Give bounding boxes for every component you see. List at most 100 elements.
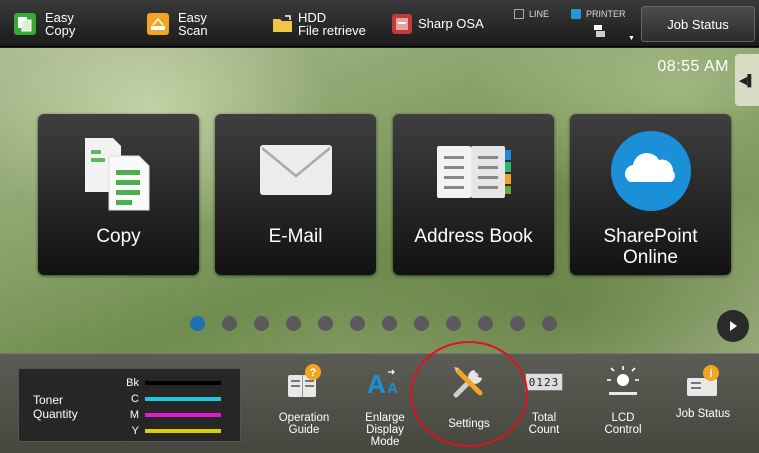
toner-quantity-panel: Toner Quantity Bk C M Y (18, 368, 241, 442)
easy-copy-label-1: Easy (45, 9, 74, 25)
job-status-bottom-button[interactable]: i Job Status (667, 362, 739, 420)
address-book-label: Address Book (414, 226, 533, 247)
page-dot-12[interactable] (542, 316, 557, 331)
settings-icon (433, 362, 505, 402)
lcd-control-label-2: Control (604, 424, 642, 436)
copy-label: Copy (96, 226, 141, 247)
sharp-osa-button[interactable]: Sharp OSA (392, 0, 484, 47)
sharepoint-online-tile[interactable]: SharePoint Online (570, 114, 731, 275)
total-count-label-1: Total (531, 412, 557, 424)
toner-row-c: C (109, 393, 221, 405)
counter-icon: 0123 (508, 362, 580, 402)
top-bar: Easy Copy Easy Scan HDD File retrieve Sharp… (0, 0, 759, 47)
sharepoint-label: SharePoint Online (570, 226, 731, 268)
page-dot-9[interactable] (446, 316, 461, 331)
hdd-label-1: HDD (298, 9, 327, 25)
line-indicator: LINE (514, 9, 549, 19)
hdd-file-retrieve-button[interactable]: HDD File retrieve (272, 0, 366, 47)
hdd-label-2: File retrieve (298, 22, 366, 38)
page-dot-6[interactable] (350, 316, 365, 331)
toner-bar-bk (145, 381, 221, 385)
easy-scan-label-2: Scan (178, 22, 208, 38)
page-dot-1[interactable] (190, 316, 205, 331)
operation-guide-button[interactable]: ? Operation Guide (268, 362, 340, 436)
operation-guide-label-2: Guide (288, 424, 320, 436)
side-panel-toggle[interactable]: ◀▌ (735, 54, 759, 106)
line-status-label: LINE (529, 9, 550, 19)
folder-icon (272, 13, 294, 35)
printer-status-label: PRINTER (586, 9, 626, 19)
job-status-bottom-label: Job Status (675, 408, 731, 420)
toner-row-m: M (109, 409, 221, 421)
svg-text:i: i (709, 368, 712, 380)
easy-copy-icon (14, 12, 36, 35)
sharp-osa-icon (392, 13, 412, 34)
operation-guide-icon: ? (268, 362, 340, 402)
toner-label-line2: Quantity (33, 407, 78, 421)
line-status-box (514, 9, 524, 19)
address-book-icon (435, 144, 513, 205)
clock: 08:55 AM (657, 58, 729, 75)
page-dot-8[interactable] (414, 316, 429, 331)
toner-row-bk: Bk (109, 377, 221, 389)
page-indicator (190, 316, 557, 331)
page-dot-11[interactable] (510, 316, 525, 331)
email-label: E-Mail (268, 226, 323, 247)
lcd-control-label-1: LCD (611, 412, 635, 424)
enlarge-display-icon: A A (349, 362, 421, 402)
sharepoint-label-line1: SharePoint (603, 226, 698, 247)
total-count-button[interactable]: 0123 Total Count (508, 362, 580, 436)
email-tile[interactable]: E-Mail (215, 114, 376, 275)
easy-scan-button[interactable]: Easy Scan (147, 0, 208, 47)
total-count-label: Total Count (508, 412, 580, 436)
easy-copy-label-2: Copy (45, 22, 76, 38)
brightness-icon (587, 362, 659, 402)
operation-guide-label: Operation Guide (268, 412, 340, 436)
lcd-control-button[interactable]: LCD Control (587, 362, 659, 436)
toner-bar-m (145, 413, 221, 417)
enlarge-display-label-3: Mode (370, 436, 400, 448)
printer-dropdown-icon[interactable]: ▼ (628, 35, 635, 42)
page-dot-3[interactable] (254, 316, 269, 331)
page-dot-5[interactable] (318, 316, 333, 331)
printer-indicator: PRINTER (571, 9, 626, 19)
easy-scan-icon (147, 12, 169, 35)
address-book-tile[interactable]: Address Book (393, 114, 554, 275)
toner-code-bk: Bk (126, 377, 139, 389)
printer-icon (592, 24, 608, 43)
enlarge-display-mode-button[interactable]: A A Enlarge Display Mode (349, 362, 421, 448)
toner-bar-y (145, 429, 221, 433)
toner-label-line1: Toner (33, 393, 64, 407)
toner-code-c: C (131, 393, 139, 405)
job-status-icon: i (667, 362, 739, 402)
lcd-control-label: LCD Control (587, 412, 659, 436)
settings-button[interactable]: Settings (433, 362, 505, 430)
page-dot-10[interactable] (478, 316, 493, 331)
copy-tile[interactable]: Copy (38, 114, 199, 275)
bottom-bar: Toner Quantity Bk C M Y ? Operation Guid… (0, 353, 759, 453)
envelope-icon (259, 144, 333, 201)
svg-text:A: A (387, 380, 398, 397)
sharepoint-label-line2: Online (623, 247, 678, 268)
settings-label: Settings (448, 418, 490, 430)
counter-display: 0123 (525, 373, 563, 391)
toner-code-y: Y (131, 425, 139, 437)
page-dot-4[interactable] (286, 316, 301, 331)
job-status-button[interactable]: Job Status (641, 6, 755, 42)
cloud-icon (610, 130, 692, 217)
enlarge-display-label: Enlarge Display Mode (349, 412, 421, 448)
next-page-button[interactable] (717, 310, 749, 342)
play-arrow-icon (730, 321, 737, 331)
total-count-label-2: Count (528, 424, 560, 436)
home-screen: 08:55 AM ◀▌ Copy E-Mail Address Book Sha… (0, 48, 759, 353)
toner-label: Toner Quantity (33, 393, 78, 421)
toner-row-y: Y (109, 425, 221, 437)
svg-text:?: ? (310, 367, 317, 379)
printer-status-box (571, 9, 581, 19)
enlarge-display-label-2: Display (366, 424, 404, 436)
page-dot-2[interactable] (222, 316, 237, 331)
easy-copy-button[interactable]: Easy Copy (14, 0, 75, 47)
page-dot-7[interactable] (382, 316, 397, 331)
sharp-osa-label: Sharp OSA (418, 16, 484, 31)
operation-guide-label-1: Operation (278, 412, 330, 424)
